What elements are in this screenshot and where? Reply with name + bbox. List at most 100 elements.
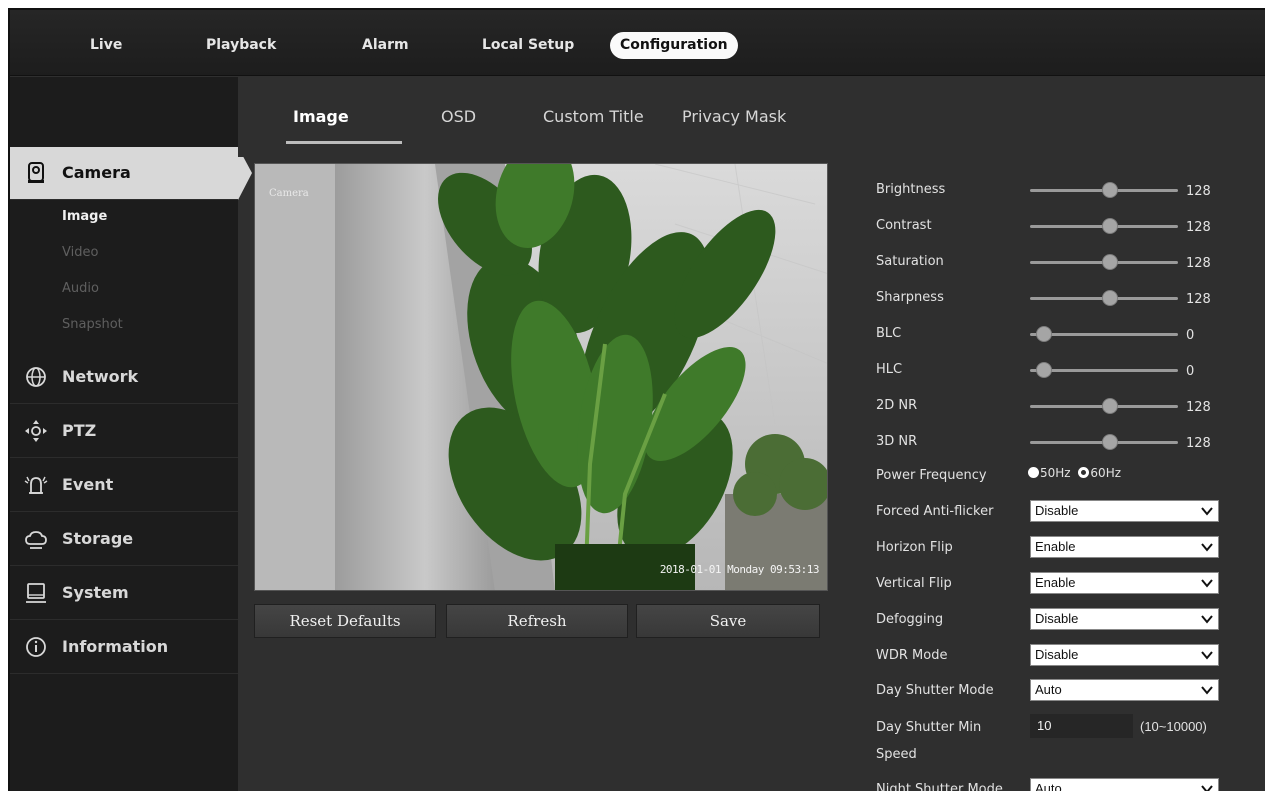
nav-live[interactable]: Live <box>90 37 122 53</box>
3d-nr-label: 3D NR <box>876 434 918 449</box>
sidebar-item-label: System <box>62 583 129 602</box>
blc-value: 0 <box>1186 328 1195 343</box>
sidebar-sub-video[interactable]: Video <box>62 245 98 260</box>
day-shutter-range-hint: (10~10000) <box>1140 719 1207 734</box>
defogging-select[interactable]: Disable <box>1030 608 1219 630</box>
slider-knob[interactable] <box>1036 326 1052 342</box>
refresh-button[interactable]: Refresh <box>446 604 628 638</box>
sidebar-item-event[interactable]: Event <box>10 459 238 512</box>
blc-label: BLC <box>876 326 902 341</box>
tab-custom-title[interactable]: Custom Title <box>543 107 644 126</box>
day-shutter-mode-select[interactable]: Auto <box>1030 679 1219 701</box>
live-preview: Camera 2018-01-01 Monday 09:53:13 <box>254 163 828 591</box>
sidebar-item-label: PTZ <box>62 421 97 440</box>
sidebar-sub-audio[interactable]: Audio <box>62 281 99 296</box>
camera-icon <box>28 162 44 183</box>
sharpness-value: 128 <box>1186 292 1211 307</box>
sidebar-item-label: Information <box>62 637 169 656</box>
sidebar-item-label: Camera <box>62 163 131 182</box>
save-button[interactable]: Save <box>636 604 820 638</box>
app-window: Live Playback Alarm Local Setup Configur… <box>8 8 1265 791</box>
vertical-flip-label: Vertical Flip <box>876 576 952 591</box>
chevron-down-icon <box>1201 507 1213 516</box>
2d-nr-label: 2D NR <box>876 398 918 413</box>
sidebar-item-storage[interactable]: Storage <box>10 513 238 566</box>
active-tab-indicator <box>286 141 402 144</box>
2d-nr-slider[interactable] <box>1030 398 1178 414</box>
horizon-flip-label: Horizon Flip <box>876 540 953 555</box>
defogging-label: Defogging <box>876 612 944 627</box>
sidebar-sub-snapshot[interactable]: Snapshot <box>62 317 123 332</box>
day-shutter-min-speed-input[interactable]: 10 <box>1030 714 1133 738</box>
sidebar-item-information[interactable]: Information <box>10 621 238 674</box>
contrast-slider[interactable] <box>1030 218 1178 234</box>
tab-image[interactable]: Image <box>293 107 349 126</box>
day-shutter-min-speed-label: Day Shutter Min <box>876 720 982 735</box>
slider-knob[interactable] <box>1102 182 1118 198</box>
select-value: Disable <box>1035 611 1079 626</box>
vertical-flip-select[interactable]: Enable <box>1030 572 1219 594</box>
radio-50hz-label: 50Hz <box>1040 466 1071 480</box>
slider-knob[interactable] <box>1102 254 1118 270</box>
sidebar-sub-image[interactable]: Image <box>62 209 107 224</box>
nav-local-setup[interactable]: Local Setup <box>482 37 574 53</box>
chevron-down-icon <box>1201 543 1213 552</box>
ptz-direction-icon <box>25 420 47 442</box>
saturation-slider[interactable] <box>1030 254 1178 270</box>
contrast-label: Contrast <box>876 218 932 233</box>
power-frequency-label: Power Frequency <box>876 468 987 483</box>
slider-knob[interactable] <box>1036 362 1052 378</box>
brightness-slider[interactable] <box>1030 182 1178 198</box>
tab-osd[interactable]: OSD <box>441 107 476 126</box>
slider-knob[interactable] <box>1102 434 1118 450</box>
saturation-label: Saturation <box>876 254 944 269</box>
sidebar-item-label: Network <box>62 367 139 386</box>
tab-privacy-mask[interactable]: Privacy Mask <box>682 107 786 126</box>
chevron-down-icon <box>1201 579 1213 588</box>
radio-60hz[interactable] <box>1078 467 1090 478</box>
wdr-mode-label: WDR Mode <box>876 648 948 663</box>
forced-anti-flicker-label: Forced Anti-flicker <box>876 504 994 519</box>
radio-60hz-label: 60Hz <box>1090 466 1122 480</box>
horizon-flip-select[interactable]: Enable <box>1030 536 1219 558</box>
contrast-value: 128 <box>1186 220 1211 235</box>
reset-defaults-button[interactable]: Reset Defaults <box>254 604 436 638</box>
saturation-value: 128 <box>1186 256 1211 271</box>
sidebar: Camera Image Video Audio Snapshot Networ… <box>10 77 252 791</box>
brightness-value: 128 <box>1186 184 1211 199</box>
sidebar-item-network[interactable]: Network <box>10 351 238 404</box>
sidebar-item-ptz[interactable]: PTZ <box>10 405 238 458</box>
blc-slider[interactable] <box>1030 326 1178 342</box>
slider-knob[interactable] <box>1102 290 1118 306</box>
nav-alarm[interactable]: Alarm <box>362 37 409 53</box>
sidebar-item-camera[interactable]: Camera <box>10 147 252 200</box>
brightness-label: Brightness <box>876 182 946 197</box>
nav-configuration[interactable]: Configuration <box>610 32 738 59</box>
sidebar-item-system[interactable]: System <box>10 567 238 620</box>
radio-50hz[interactable] <box>1028 467 1039 478</box>
slider-knob[interactable] <box>1102 398 1118 414</box>
chevron-down-icon <box>1201 686 1213 695</box>
preview-image <box>255 164 827 590</box>
select-value: Disable <box>1035 503 1079 518</box>
forced-anti-flicker-select[interactable]: Disable <box>1030 500 1219 522</box>
wdr-mode-select[interactable]: Disable <box>1030 644 1219 666</box>
power-frequency-radio-group: 50Hz 60Hz <box>1028 466 1121 480</box>
3d-nr-slider[interactable] <box>1030 434 1178 450</box>
2d-nr-value: 128 <box>1186 400 1211 415</box>
chevron-down-icon <box>1201 785 1213 791</box>
sharpness-slider[interactable] <box>1030 290 1178 306</box>
3d-nr-value: 128 <box>1186 436 1211 451</box>
network-globe-icon <box>26 367 46 387</box>
night-shutter-mode-select[interactable]: Auto <box>1030 778 1219 791</box>
select-value: Enable <box>1035 575 1076 590</box>
day-shutter-min-speed-label-2: Speed <box>876 747 917 762</box>
select-value: Auto <box>1035 682 1062 697</box>
monitor-icon <box>26 583 46 603</box>
osd-timestamp: 2018-01-01 Monday 09:53:13 <box>659 563 820 576</box>
sharpness-label: Sharpness <box>876 290 944 305</box>
alarm-bell-icon <box>24 476 48 494</box>
nav-playback[interactable]: Playback <box>206 37 276 53</box>
hlc-slider[interactable] <box>1030 362 1178 378</box>
slider-knob[interactable] <box>1102 218 1118 234</box>
